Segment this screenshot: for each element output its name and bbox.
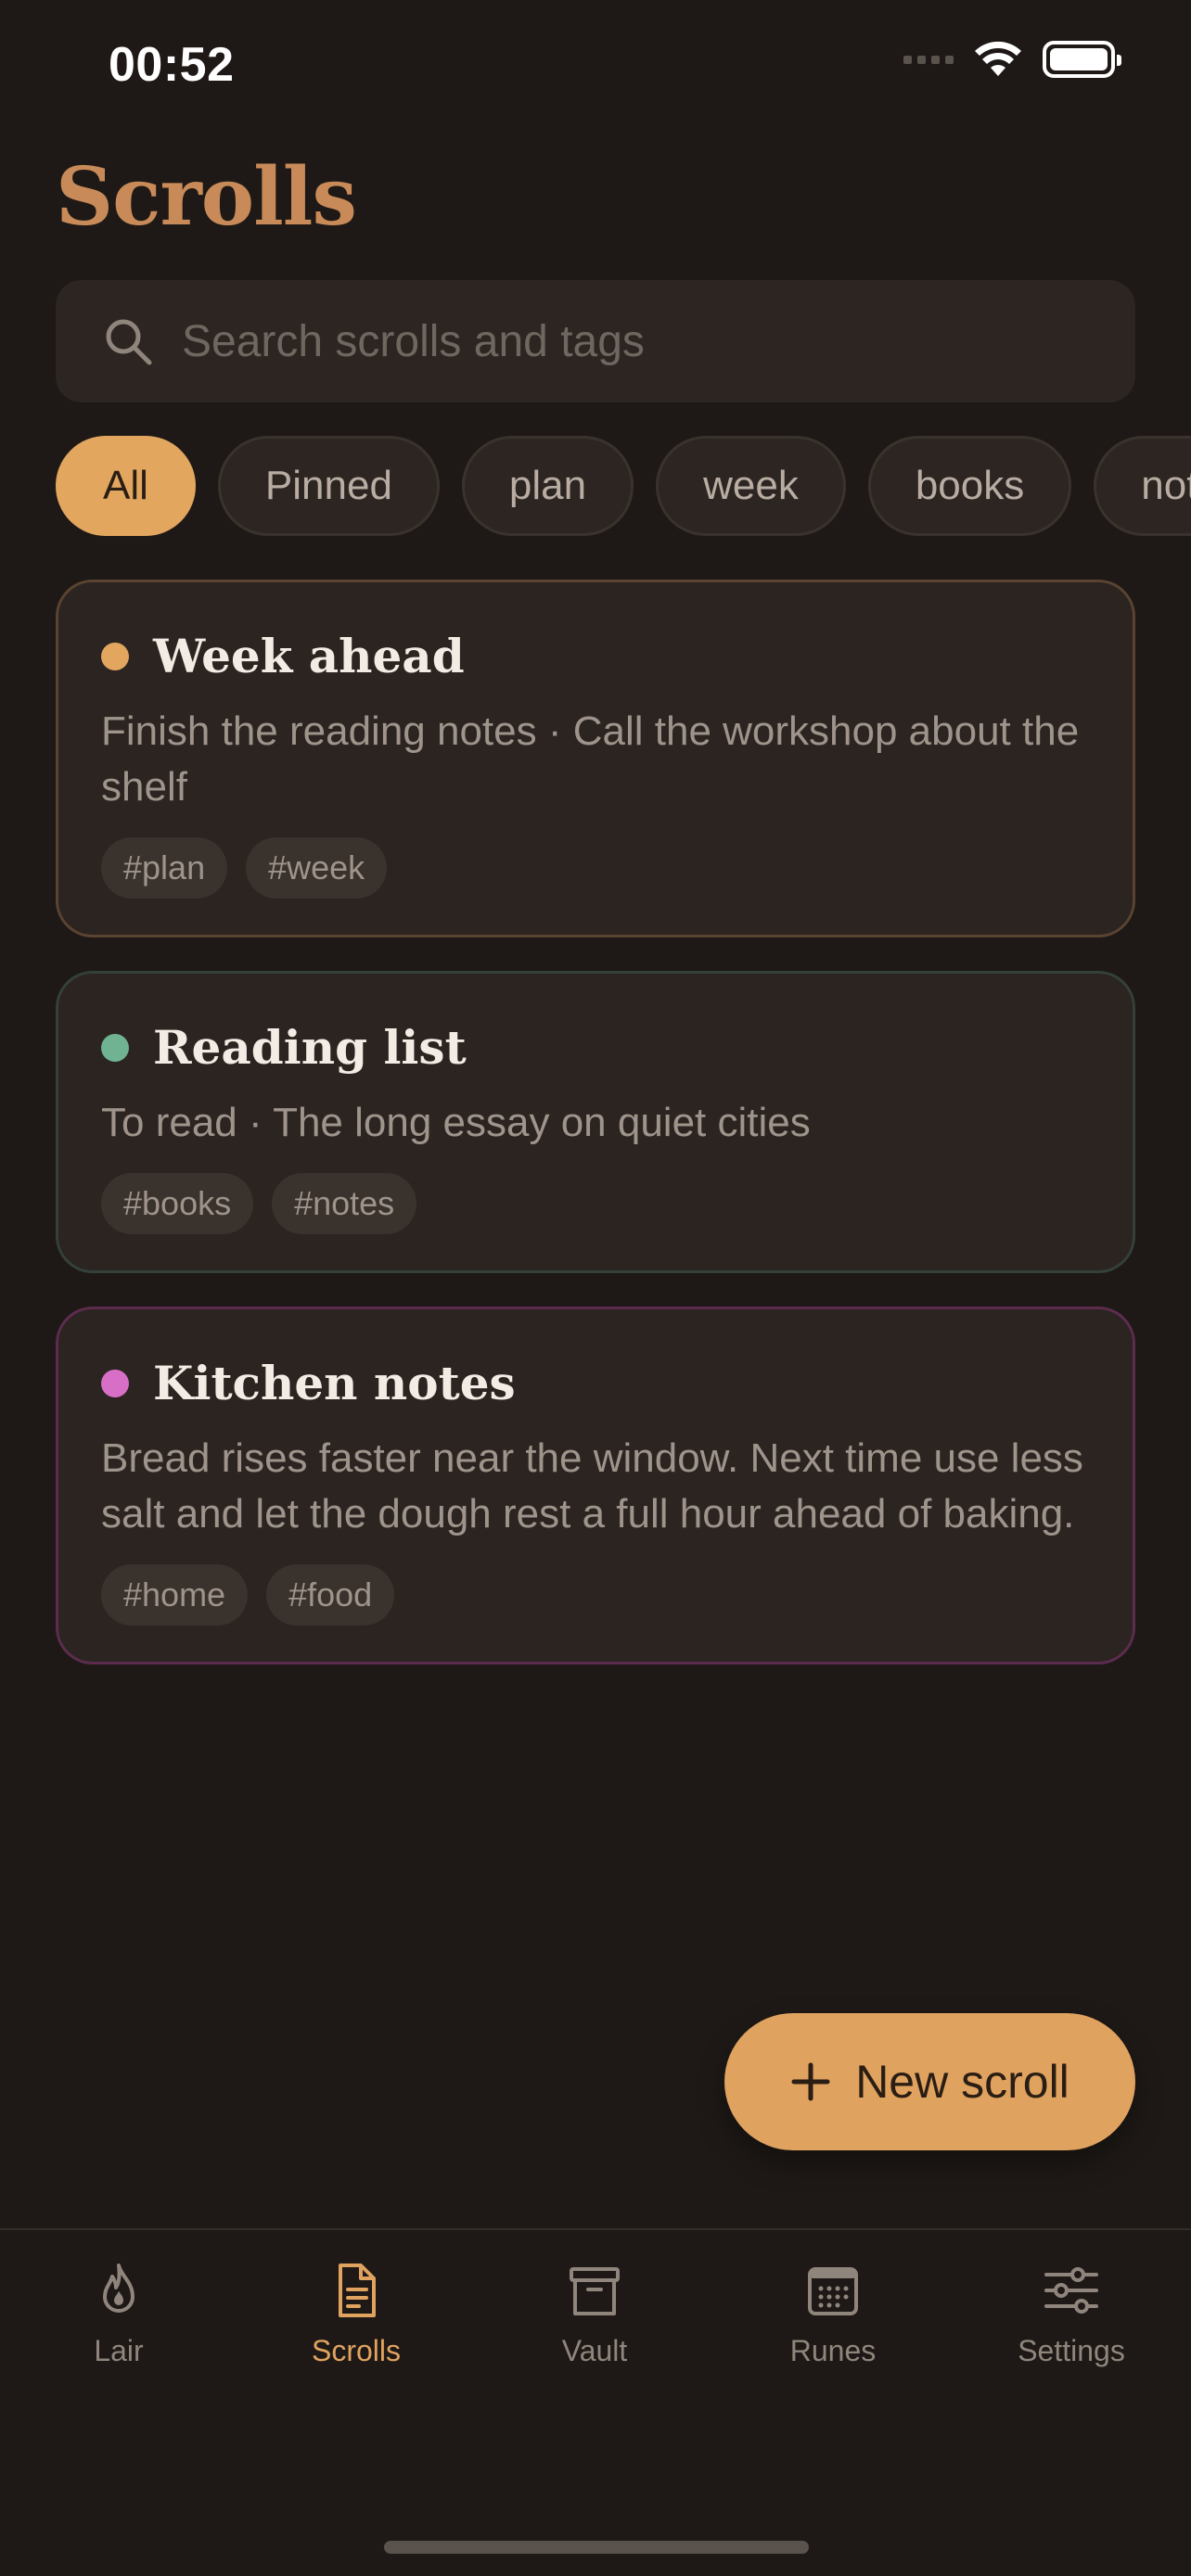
- status-icons: [903, 41, 1121, 78]
- tag-list: #books #notes: [101, 1173, 1090, 1234]
- scroll-card[interactable]: Kitchen notes Bread rises faster near th…: [56, 1307, 1135, 1664]
- flame-icon: [103, 2264, 134, 2313]
- tag-badge[interactable]: #notes: [272, 1173, 417, 1234]
- tag-badge[interactable]: #food: [266, 1564, 395, 1626]
- tab-scrolls[interactable]: Scrolls: [237, 2260, 475, 2368]
- tag-badge[interactable]: #week: [246, 837, 388, 899]
- scroll-card[interactable]: Week ahead Finish the reading notes · Ca…: [56, 580, 1135, 937]
- chip-pinned[interactable]: Pinned: [217, 436, 440, 536]
- color-dot: [101, 642, 129, 670]
- document-icon: [339, 2264, 376, 2317]
- tag-list: #home #food: [101, 1564, 1090, 1626]
- home-indicator: [384, 2541, 809, 2554]
- tab-lair[interactable]: Lair: [0, 2260, 237, 2368]
- chip-plan[interactable]: plan: [461, 436, 634, 536]
- scroll-title: Kitchen notes: [153, 1356, 516, 1410]
- tab-label: Settings: [1018, 2334, 1125, 2367]
- color-dot: [101, 1369, 129, 1397]
- cellular-signal-icon: [903, 55, 954, 64]
- sliders-icon: [1044, 2267, 1098, 2314]
- chip-all[interactable]: All: [56, 436, 196, 536]
- chip-notes[interactable]: notes: [1094, 436, 1191, 536]
- new-scroll-label: New scroll: [855, 2056, 1069, 2108]
- tab-settings[interactable]: Settings: [953, 2260, 1190, 2368]
- tab-label: Scrolls: [311, 2334, 401, 2367]
- battery-icon: [1043, 41, 1121, 78]
- scroll-title: Week ahead: [153, 629, 465, 683]
- filter-chips: All Pinned plan week books notes: [56, 436, 1191, 536]
- tag-badge[interactable]: #books: [101, 1173, 254, 1234]
- archive-box-icon: [570, 2267, 620, 2315]
- calendar-grid-icon: [808, 2267, 858, 2315]
- tag-badge[interactable]: #home: [101, 1564, 249, 1626]
- chip-week[interactable]: week: [656, 436, 846, 536]
- tag-list: #plan #week: [101, 837, 1090, 899]
- search-input[interactable]: [182, 315, 1072, 367]
- scroll-title: Reading list: [153, 1020, 467, 1075]
- tab-bar: Lair Scrolls Vault Runes Settings: [0, 2228, 1191, 2576]
- chip-books[interactable]: books: [867, 436, 1072, 536]
- page-title: Scrolls: [56, 150, 357, 244]
- new-scroll-button[interactable]: New scroll: [724, 2013, 1135, 2150]
- status-time: 00:52: [109, 38, 235, 92]
- tab-runes[interactable]: Runes: [714, 2260, 952, 2368]
- tab-label: Runes: [789, 2334, 877, 2367]
- scroll-preview: Finish the reading notes · Call the work…: [101, 708, 1080, 810]
- scroll-card[interactable]: Reading list To read · The long essay on…: [56, 971, 1135, 1273]
- search-bar[interactable]: [56, 280, 1135, 402]
- search-icon: [106, 319, 152, 365]
- scroll-preview: To read · The long essay on quiet cities: [101, 1100, 811, 1145]
- tab-vault[interactable]: Vault: [476, 2260, 713, 2368]
- plus-icon: [791, 2062, 830, 2101]
- color-dot: [101, 1033, 129, 1062]
- tag-badge[interactable]: #plan: [101, 837, 228, 899]
- wifi-icon: [975, 41, 1021, 76]
- tab-label: Lair: [94, 2334, 144, 2367]
- scroll-preview: Bread rises faster near the window. Next…: [101, 1435, 1083, 1537]
- scrolls-screen: 00:52 Scrolls All Pinned plan week books…: [0, 0, 1191, 2576]
- tab-label: Vault: [561, 2334, 628, 2367]
